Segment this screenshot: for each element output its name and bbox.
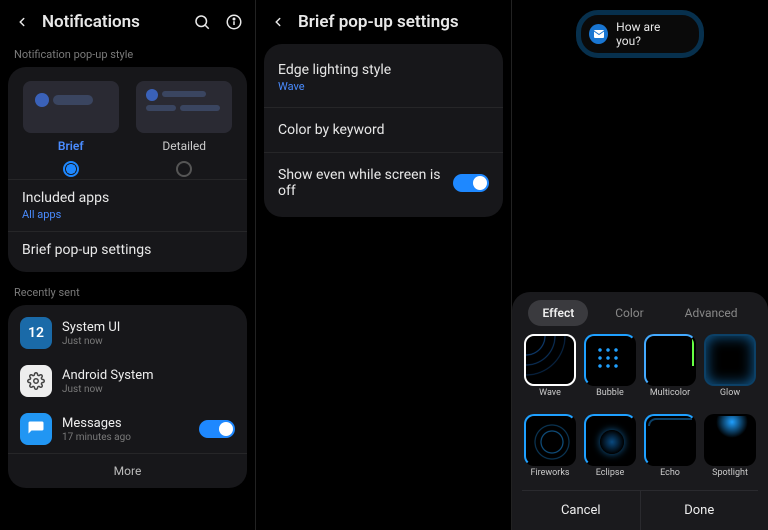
- row-brief-popup-settings[interactable]: Brief pop-up settings: [8, 231, 247, 268]
- edge-lighting-title: Edge lighting style: [278, 62, 391, 78]
- header-actions: [193, 13, 243, 31]
- effect-label: Eclipse: [596, 468, 625, 478]
- effect-echo[interactable]: Echo: [642, 414, 698, 490]
- effect-label: Multicolor: [650, 388, 690, 398]
- row-color-keyword[interactable]: Color by keyword: [264, 108, 503, 153]
- page-title: Notifications: [42, 12, 193, 32]
- info-icon[interactable]: [225, 13, 243, 31]
- row-edge-lighting[interactable]: Edge lighting style Wave: [264, 48, 503, 108]
- app-icon-systemui: 12: [20, 317, 52, 349]
- toggle-show-off[interactable]: [453, 174, 489, 192]
- header: Notifications: [0, 0, 255, 44]
- back-icon[interactable]: [12, 12, 32, 32]
- section-label-recent: Recently sent: [0, 282, 255, 305]
- recent-app-name: Messages: [62, 416, 189, 431]
- done-button[interactable]: Done: [641, 491, 759, 530]
- effect-thumb: [584, 414, 636, 466]
- row-included-apps[interactable]: Included apps All apps: [8, 179, 247, 231]
- included-apps-title: Included apps: [22, 190, 233, 206]
- notification-preview: How are you?: [576, 10, 704, 58]
- edge-preview-pane: How are you? Effect Color Advanced Wave …: [512, 0, 768, 530]
- effect-bubble[interactable]: Bubble: [582, 334, 638, 410]
- mail-icon: [589, 24, 608, 44]
- recent-app-time: Just now: [62, 384, 235, 395]
- style-option-detailed[interactable]: Detailed: [129, 81, 239, 177]
- effect-label: Glow: [720, 388, 740, 398]
- effect-sheet: Effect Color Advanced Wave Bubble Multic…: [512, 292, 768, 530]
- row-show-screen-off[interactable]: Show even while screen is off: [264, 153, 503, 213]
- more-button[interactable]: More: [8, 453, 247, 484]
- app-icon-messages: [20, 413, 52, 445]
- thumb-brief: [23, 81, 119, 133]
- header: Brief pop-up settings: [256, 0, 511, 44]
- back-icon[interactable]: [268, 12, 288, 32]
- app-icon-androidsystem: [20, 365, 52, 397]
- effect-thumb: [704, 334, 756, 386]
- effect-label: Wave: [539, 388, 561, 398]
- thumb-detailed: [136, 81, 232, 133]
- effects-grid: Wave Bubble Multicolor Glow Fireworks Ec…: [522, 334, 758, 490]
- effect-label: Spotlight: [712, 468, 748, 478]
- settings-card: Edge lighting style Wave Color by keywor…: [264, 44, 503, 217]
- toggle-messages[interactable]: [199, 420, 235, 438]
- cancel-button[interactable]: Cancel: [522, 491, 641, 530]
- radio-detailed[interactable]: [176, 161, 192, 177]
- tab-advanced[interactable]: Advanced: [671, 300, 752, 326]
- effect-thumb: [584, 334, 636, 386]
- style-card: Brief Detailed Included apps All apps Br…: [8, 67, 247, 272]
- recent-app-time: 17 minutes ago: [62, 432, 189, 443]
- search-icon[interactable]: [193, 13, 211, 31]
- style-label-detailed: Detailed: [162, 139, 206, 153]
- effect-spotlight[interactable]: Spotlight: [702, 414, 758, 490]
- recent-card: 12 System UI Just now Android System Jus…: [8, 305, 247, 488]
- effect-thumb: [524, 414, 576, 466]
- recent-app-name: System UI: [62, 320, 235, 335]
- recent-row[interactable]: Android System Just now: [8, 357, 247, 405]
- recent-row[interactable]: 12 System UI Just now: [8, 309, 247, 357]
- effect-thumb: [524, 334, 576, 386]
- tab-color[interactable]: Color: [601, 300, 657, 326]
- section-label-style: Notification pop-up style: [0, 44, 255, 67]
- page-title: Brief pop-up settings: [298, 12, 499, 32]
- recent-row[interactable]: Messages 17 minutes ago: [8, 405, 247, 453]
- effect-fireworks[interactable]: Fireworks: [522, 414, 578, 490]
- brief-settings-label: Brief pop-up settings: [22, 242, 233, 258]
- effect-glow[interactable]: Glow: [702, 334, 758, 410]
- effect-label: Echo: [660, 468, 680, 478]
- show-off-title: Show even while screen is off: [278, 167, 453, 199]
- radio-brief[interactable]: [63, 161, 79, 177]
- effect-thumb: [704, 414, 756, 466]
- effect-label: Bubble: [596, 388, 624, 398]
- effect-thumb: [644, 414, 696, 466]
- recent-app-name: Android System: [62, 368, 235, 383]
- tabs: Effect Color Advanced: [522, 300, 758, 326]
- effect-wave[interactable]: Wave: [522, 334, 578, 410]
- color-keyword-title: Color by keyword: [278, 122, 385, 138]
- recent-app-time: Just now: [62, 336, 235, 347]
- brief-settings-pane: Brief pop-up settings Edge lighting styl…: [256, 0, 512, 530]
- style-label-brief: Brief: [58, 139, 84, 153]
- edge-lighting-sub: Wave: [278, 80, 391, 93]
- notifications-pane: Notifications Notification pop-up style …: [0, 0, 256, 530]
- notification-text: How are you?: [616, 20, 685, 48]
- effect-multicolor[interactable]: Multicolor: [642, 334, 698, 410]
- included-apps-sub: All apps: [22, 208, 233, 221]
- effect-label: Fireworks: [530, 468, 569, 478]
- sheet-actions: Cancel Done: [522, 490, 758, 530]
- effect-eclipse[interactable]: Eclipse: [582, 414, 638, 490]
- tab-effect[interactable]: Effect: [528, 300, 588, 326]
- style-option-brief[interactable]: Brief: [16, 81, 126, 177]
- effect-thumb: [644, 334, 696, 386]
